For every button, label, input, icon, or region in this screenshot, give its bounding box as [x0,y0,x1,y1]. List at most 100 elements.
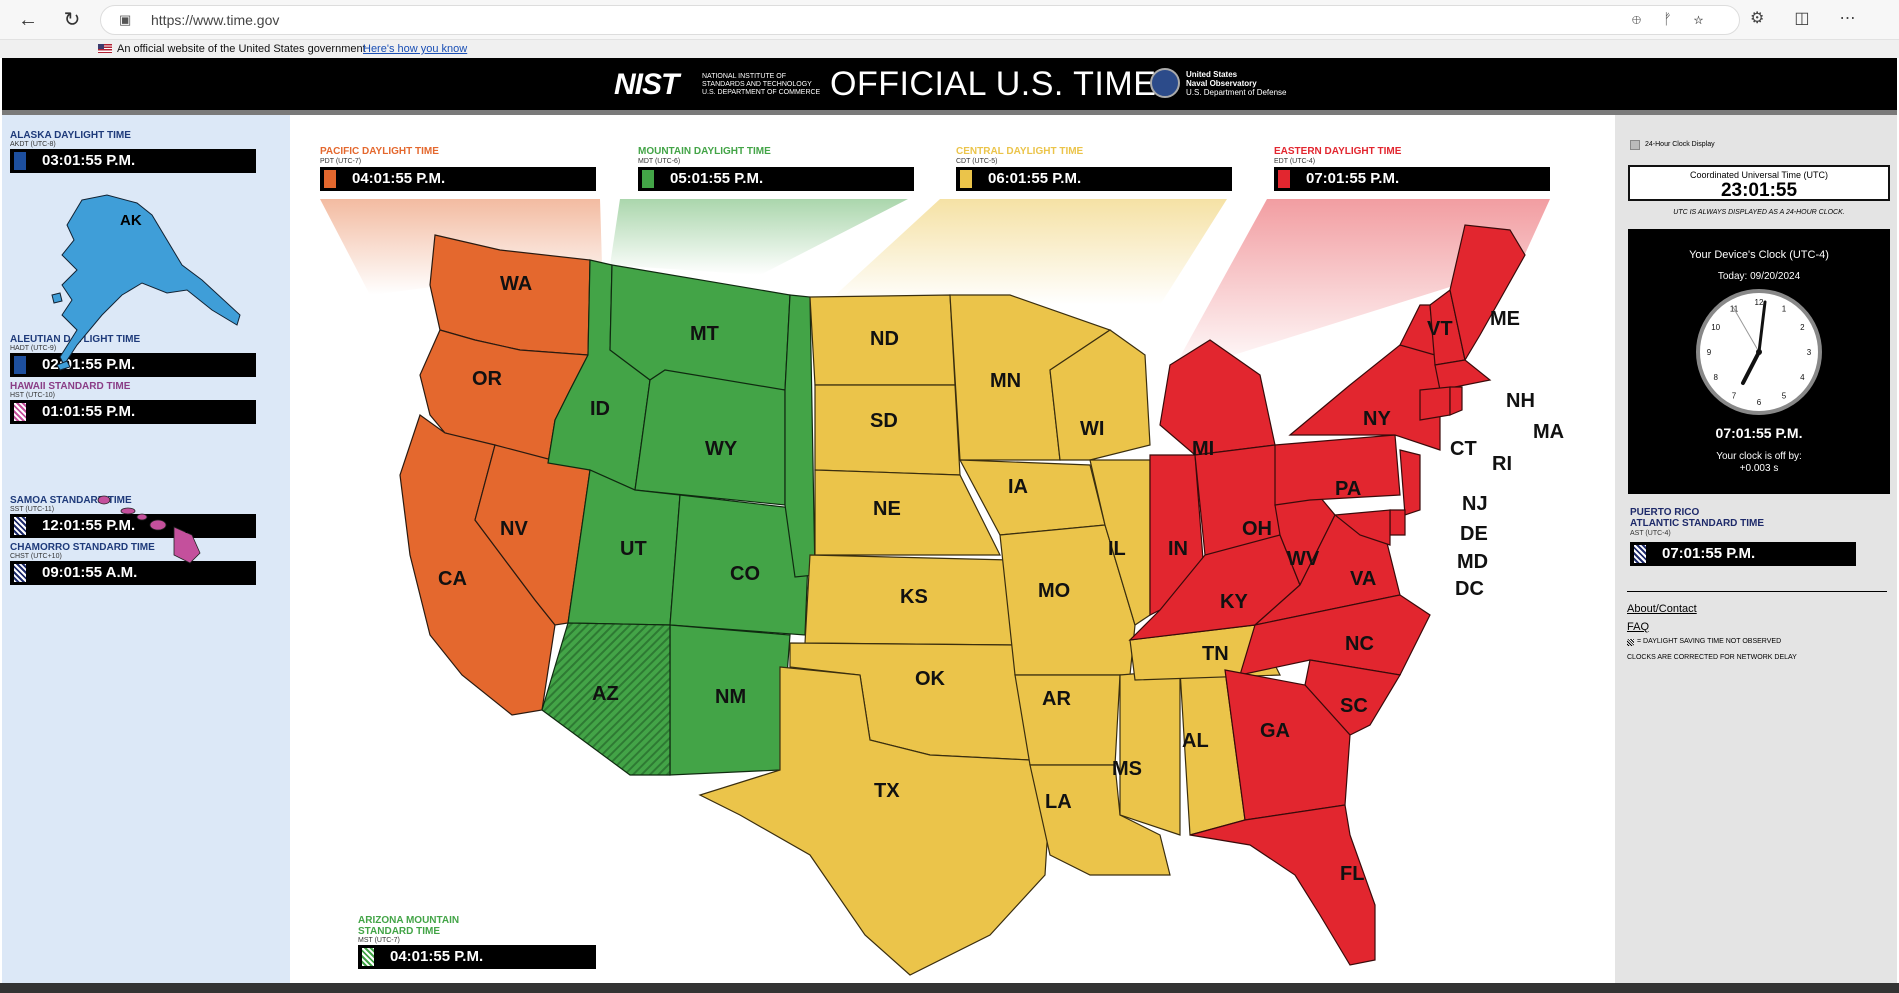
state-label-sc: SC [1340,695,1368,717]
dst-legend-swatch [1627,639,1634,646]
24-hour-checkbox[interactable] [1630,140,1640,150]
address-bar[interactable]: ▣ https://www.time.gov ⊕ᚠ☆ [100,5,1740,35]
clock-numeral: 1 [1782,305,1787,314]
lock-icon[interactable]: ▣ [119,12,131,28]
state-ms[interactable] [1119,669,1181,836]
state-label-az: AZ [592,683,619,705]
bottom-scrollbar [0,983,1899,993]
clock-numeral: 12 [1755,298,1764,307]
state-label-wa: WA [500,273,532,295]
browser-toolbar: ← ↻ ▣ https://www.time.gov ⊕ᚠ☆ ⚙◫⋯ [0,0,1899,40]
address-bar-icons[interactable]: ⊕ᚠ☆ [1632,11,1725,28]
state-label-ok: OK [915,668,946,690]
state-mi[interactable] [1159,339,1276,456]
state-label-wi: WI [1080,418,1104,440]
state-label-ct: CT [1450,438,1477,460]
state-ak[interactable] [59,194,241,367]
arizona-zone-name: STANDARD TIME [358,926,441,937]
utc-label: Coordinated Universal Time (UTC) [1689,170,1829,180]
nist-logo[interactable]: NIST [614,68,679,102]
state-label-ny: NY [1363,408,1391,430]
state-label-vt: VT [1427,318,1453,340]
analog-clock: 123456789101112 [1696,289,1822,415]
24-hour-label: 24-Hour Clock Display [1645,141,1715,148]
clock-numeral: 10 [1711,323,1720,332]
arizona-clock: 04:01:55 P.M. [358,945,596,969]
state-label-ms: MS [1112,758,1142,780]
about-contact-link[interactable]: About/Contact [1627,603,1697,615]
heres-how-you-know-link[interactable]: Here's how you know [363,43,467,55]
state-ri[interactable] [1449,386,1463,416]
state-label-nc: NC [1345,633,1374,655]
puerto-rico-label: PUERTO RICO ATLANTIC STANDARD TIME [1630,507,1764,529]
mountain-dakotas-strip[interactable] [784,294,816,578]
offset-label: Your clock is off by: [1716,451,1802,462]
utc-time: 23:01:55 [1720,180,1798,201]
clock-numeral: 2 [1800,323,1805,332]
state-label-ak: AK [120,212,142,229]
state-label-wv: WV [1287,548,1320,570]
state-label-ne: NE [873,498,901,520]
state-label-oh: OH [1242,518,1272,540]
state-label-in: IN [1168,538,1188,560]
state-label-la: LA [1045,791,1072,813]
state-label-nj: NJ [1462,493,1488,515]
nist-sub-line: STANDARDS AND TECHNOLOGY [702,81,812,88]
state-label-sd: SD [870,410,898,432]
state-nj[interactable] [1399,449,1421,516]
usno-line: Naval Observatory [1186,79,1257,88]
clock-numeral: 4 [1800,373,1805,382]
usno-text: United States Naval Observatory U.S. Dep… [1186,70,1287,97]
state-label-mn: MN [990,370,1021,392]
pr-line: ATLANTIC STANDARD TIME [1630,518,1765,529]
arizona-zone-sub: MST (UTC-7) [358,937,400,944]
state-label-mt: MT [690,323,719,345]
state-ma[interactable] [1434,359,1492,391]
nist-subtitle: NATIONAL INSTITUTE OF STANDARDS AND TECH… [702,73,820,97]
state-label-tn: TN [1202,643,1229,665]
state-label-wy: WY [705,438,738,460]
url-text: https://www.time.gov [151,12,280,28]
page-title: OFFICIAL U.S. TIME [830,65,1157,103]
clock-numeral: 9 [1707,348,1712,357]
state-fl[interactable] [1189,804,1376,966]
us-time-zone-map: WA OR CA NV ID MT WY UT CO AZ NM ND SD NE KS OK TX MN IA MO… [320,199,1564,976]
offset-value: +0.003 s [1739,463,1779,474]
state-label-dc: DC [1455,578,1484,600]
nist-sub-line: U.S. DEPARTMENT OF COMMERCE [702,89,821,96]
usno-line: United States [1186,70,1238,79]
state-label-pa: PA [1335,478,1361,500]
back-arrow-icon[interactable]: ← [16,8,40,32]
dst-note: = DAYLIGHT SAVING TIME NOT OBSERVED [1637,638,1782,645]
state-label-fl: FL [1340,863,1364,885]
state-label-ky: KY [1220,591,1248,613]
left-panel-map: AK HI [51,194,241,564]
state-label-nh: NH [1506,390,1535,412]
state-label-ga: GA [1260,720,1290,742]
pr-line: PUERTO RICO [1630,507,1700,518]
device-time: 07:01:55 P.M. [1715,425,1803,441]
pr-sub: AST (UTC-4) [1630,530,1671,537]
dst-not-observed-swatch [1634,545,1646,563]
state-label-de: DE [1460,523,1488,545]
reload-icon[interactable]: ↻ [60,8,84,32]
state-ny[interactable] [1288,344,1441,451]
us-flag-icon [98,44,112,53]
state-de[interactable] [1389,509,1406,536]
state-label-co: CO [730,563,760,585]
state-label-il: IL [1108,538,1126,560]
faq-link[interactable]: FAQ [1627,621,1649,633]
browser-extension-icons[interactable]: ⚙◫⋯ [1750,8,1885,28]
state-label-id: ID [590,398,610,420]
state-ct[interactable] [1419,386,1451,421]
site-header: NIST NATIONAL INSTITUTE OF STANDARDS AND… [2,58,1897,110]
state-label-md: MD [1457,551,1488,573]
pr-time: 07:01:55 P.M. [1662,545,1756,562]
usno-seal-icon[interactable] [1150,68,1180,98]
state-me[interactable] [1449,224,1526,362]
arizona-zone-label: ARIZONA MOUNTAIN STANDARD TIME [358,915,459,937]
us-map-area: PACIFIC DAYLIGHT TIME PDT (UTC-7) 04:01:55… [290,115,1615,983]
state-label-tx: TX [874,780,900,802]
clock-numeral: 5 [1782,391,1787,400]
state-label-mo: MO [1038,580,1070,602]
